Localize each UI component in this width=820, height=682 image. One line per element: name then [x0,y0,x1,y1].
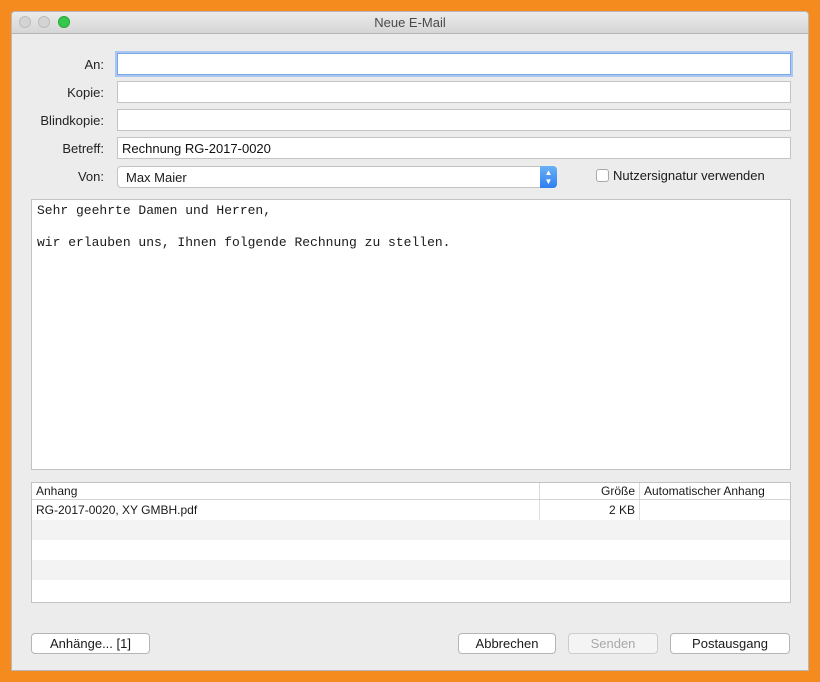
attachment-auto [640,500,790,520]
attachments-table: Anhang Größe Automatischer Anhang RG-201… [31,482,791,603]
subject-field[interactable] [117,137,791,159]
signature-checkbox[interactable] [596,169,609,182]
send-button[interactable]: Senden [568,633,658,654]
attachments-header-row: Anhang Größe Automatischer Anhang [32,483,790,500]
message-body[interactable]: Sehr geehrte Damen und Herren, wir erlau… [31,199,791,470]
cc-label: Kopie: [67,85,104,100]
to-field[interactable] [117,53,791,75]
minimize-window-button[interactable] [38,16,50,28]
attachments-button[interactable]: Anhänge... [1] [31,633,150,654]
empty-row [32,580,790,600]
new-email-window: Neue E-Mail An: Kopie: Blindkopie: Betre… [11,11,809,671]
table-row[interactable]: RG-2017-0020, XY GMBH.pdf 2 KB [32,500,790,520]
cc-field[interactable] [117,81,791,103]
from-select[interactable]: Max Maier ▲ ▼ [117,166,557,188]
subject-label: Betreff: [62,141,104,156]
zoom-window-button[interactable] [58,16,70,28]
cancel-button[interactable]: Abbrechen [458,633,556,654]
bcc-label: Blindkopie: [40,113,104,128]
title-bar: Neue E-Mail [12,12,808,34]
empty-row [32,540,790,560]
empty-row [32,560,790,580]
column-header-attachment[interactable]: Anhang [32,483,540,499]
to-label: An: [84,57,104,72]
window-title: Neue E-Mail [374,15,446,30]
empty-row [32,520,790,540]
column-header-auto-attachment[interactable]: Automatischer Anhang [640,483,790,499]
bcc-field[interactable] [117,109,791,131]
attachments-body: RG-2017-0020, XY GMBH.pdf 2 KB [32,500,790,600]
signature-option[interactable]: Nutzersignatur verwenden [596,168,765,183]
close-window-button[interactable] [19,16,31,28]
from-select-value: Max Maier [126,170,187,185]
select-arrows-icon: ▲ ▼ [540,166,557,188]
signature-label: Nutzersignatur verwenden [613,168,765,183]
attachment-name: RG-2017-0020, XY GMBH.pdf [32,500,540,520]
column-header-size[interactable]: Größe [540,483,640,499]
from-label: Von: [77,169,104,184]
outbox-button[interactable]: Postausgang [670,633,790,654]
attachment-size: 2 KB [540,500,640,520]
